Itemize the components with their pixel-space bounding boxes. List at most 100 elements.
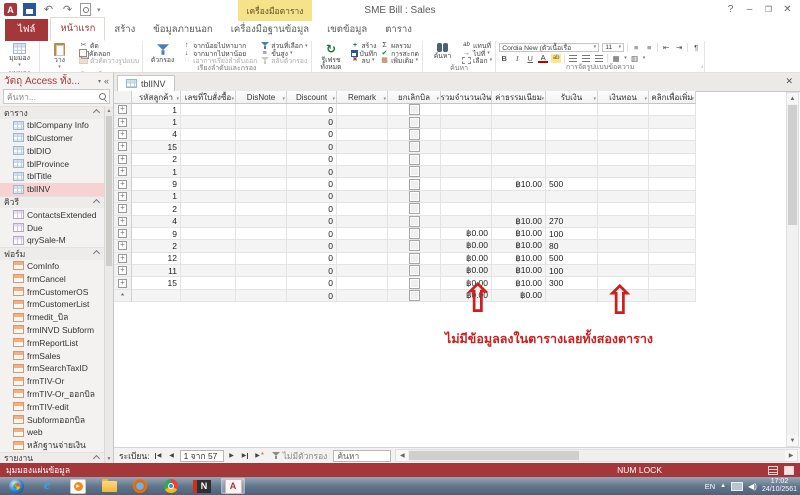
- expand-record-icon[interactable]: [118, 204, 127, 214]
- cell-id[interactable]: 15: [132, 141, 181, 154]
- cancel-checkbox[interactable]: [408, 153, 420, 165]
- cell-total[interactable]: ฿0.00: [441, 252, 492, 266]
- cell-discount[interactable]: 0: [287, 190, 337, 204]
- cell-received[interactable]: [546, 128, 598, 142]
- cell-id[interactable]: [132, 289, 181, 303]
- expand-record-icon[interactable]: [118, 229, 127, 239]
- cell-change[interactable]: [598, 165, 649, 179]
- cell-remark[interactable]: [337, 141, 388, 154]
- nav-item[interactable]: tblDIO: [0, 144, 105, 157]
- cell-po[interactable]: [181, 190, 236, 204]
- column-header-id[interactable]: รหัสลูกค้า ▾: [132, 91, 181, 104]
- cell-change[interactable]: [598, 252, 649, 266]
- minimize-button[interactable]: [740, 2, 759, 17]
- expand-record-icon[interactable]: [118, 142, 127, 152]
- column-header-add[interactable]: คลิกเพื่อเพิ่ม ▾: [649, 91, 696, 104]
- cell-discount[interactable]: 0: [287, 128, 337, 142]
- cancel-checkbox[interactable]: [408, 290, 420, 302]
- cell-discount[interactable]: 0: [287, 240, 337, 253]
- row-selector[interactable]: [114, 277, 132, 290]
- cell-fee[interactable]: [492, 104, 546, 117]
- horizontal-scrollbar[interactable]: ◀ ▶: [395, 449, 798, 462]
- cancel-checkbox[interactable]: [408, 141, 420, 153]
- cell-po[interactable]: [181, 141, 236, 154]
- cell-po[interactable]: [181, 203, 236, 216]
- cell-received[interactable]: 100: [546, 265, 598, 278]
- format-painter-button[interactable]: ตัวคัดวางรูปแบบ: [79, 56, 139, 65]
- nav-item[interactable]: frmedit_บิล: [0, 311, 105, 324]
- cell-add[interactable]: [649, 252, 696, 266]
- cell-cancel[interactable]: [388, 153, 441, 166]
- close-button[interactable]: [778, 2, 797, 17]
- cancel-checkbox[interactable]: [408, 277, 420, 289]
- italic-button[interactable]: I: [512, 54, 522, 63]
- font-size-combo[interactable]: 11 ▾: [602, 42, 625, 52]
- shutter-bar-close-icon[interactable]: «: [104, 76, 109, 86]
- cell-fee[interactable]: [492, 128, 546, 142]
- nav-item[interactable]: frmINVD Subform: [0, 324, 105, 337]
- cell-total[interactable]: [441, 153, 492, 166]
- cell-id[interactable]: 9: [132, 227, 181, 241]
- cell-change[interactable]: [598, 190, 649, 204]
- cell-received[interactable]: 100: [546, 227, 598, 241]
- cancel-checkbox[interactable]: [408, 203, 420, 215]
- cell-discount[interactable]: 0: [287, 265, 337, 278]
- undo-icon[interactable]: [42, 3, 55, 16]
- cell-total[interactable]: ฿0.00: [441, 227, 492, 241]
- wmp-taskbar-button[interactable]: [66, 478, 90, 494]
- cell-disnote[interactable]: [236, 165, 287, 179]
- increase-indent-icon[interactable]: ⇥: [674, 43, 684, 52]
- cell-remark[interactable]: [337, 178, 388, 191]
- cell-id[interactable]: 1: [132, 116, 181, 129]
- cell-add[interactable]: [649, 215, 696, 228]
- ribbon-tab-6[interactable]: ตาราง: [376, 19, 421, 41]
- expand-record-icon[interactable]: [118, 129, 127, 139]
- cell-disnote[interactable]: [236, 104, 287, 117]
- cell-total[interactable]: [441, 104, 492, 117]
- cancel-checkbox[interactable]: [408, 265, 420, 277]
- ribbon-tab-0[interactable]: ไฟล์: [5, 19, 49, 41]
- cell-id[interactable]: 2: [132, 203, 181, 216]
- cell-cancel[interactable]: [388, 265, 441, 278]
- cancel-checkbox[interactable]: [408, 215, 420, 227]
- cell-fee[interactable]: ฿10.00: [492, 178, 546, 191]
- cell-change[interactable]: [598, 240, 649, 253]
- cell-add[interactable]: [649, 178, 696, 191]
- cell-disnote[interactable]: [236, 277, 287, 290]
- redo-icon[interactable]: [61, 3, 74, 16]
- cell-po[interactable]: [181, 178, 236, 191]
- cancel-checkbox[interactable]: [408, 240, 420, 252]
- nav-item[interactable]: frmSales: [0, 349, 105, 362]
- cell-po[interactable]: [181, 227, 236, 241]
- cell-po[interactable]: [181, 252, 236, 266]
- column-header-change[interactable]: เงินทอน ▾: [598, 91, 649, 104]
- display-icon[interactable]: [731, 481, 744, 491]
- cell-po[interactable]: [181, 165, 236, 179]
- cell-received[interactable]: [546, 141, 598, 154]
- dialog-launcher-icon[interactable]: ⌟: [700, 62, 703, 71]
- cell-total[interactable]: [441, 178, 492, 191]
- cell-remark[interactable]: [337, 215, 388, 228]
- cell-disnote[interactable]: [236, 190, 287, 204]
- cell-change[interactable]: [598, 227, 649, 241]
- row-selector[interactable]: [114, 240, 132, 253]
- new-record-button[interactable]: ▶ *: [254, 450, 266, 462]
- nav-item[interactable]: frmTIV-edit: [0, 400, 105, 413]
- cell-change[interactable]: [598, 203, 649, 216]
- cell-fee[interactable]: ฿10.00: [492, 252, 546, 266]
- expand-record-icon[interactable]: [118, 278, 127, 288]
- document-tab-tblinv[interactable]: tblINV: [117, 75, 175, 91]
- design-view-shortcut-icon[interactable]: [784, 465, 794, 475]
- cell-remark[interactable]: [337, 252, 388, 266]
- scroll-left-icon[interactable]: ◀: [396, 450, 409, 461]
- cell-fee[interactable]: ฿10.00: [492, 240, 546, 253]
- record-search-input[interactable]: ค้นหา: [333, 449, 392, 462]
- nav-item[interactable]: frmReportList: [0, 336, 105, 349]
- scroll-up-icon[interactable]: ▲: [787, 93, 798, 104]
- cell-received[interactable]: [546, 104, 598, 117]
- cell-add[interactable]: [649, 128, 696, 142]
- row-selector[interactable]: [114, 190, 132, 204]
- nav-item[interactable]: tblTitle: [0, 170, 105, 183]
- cell-discount[interactable]: 0: [287, 153, 337, 166]
- save-icon[interactable]: [23, 3, 36, 16]
